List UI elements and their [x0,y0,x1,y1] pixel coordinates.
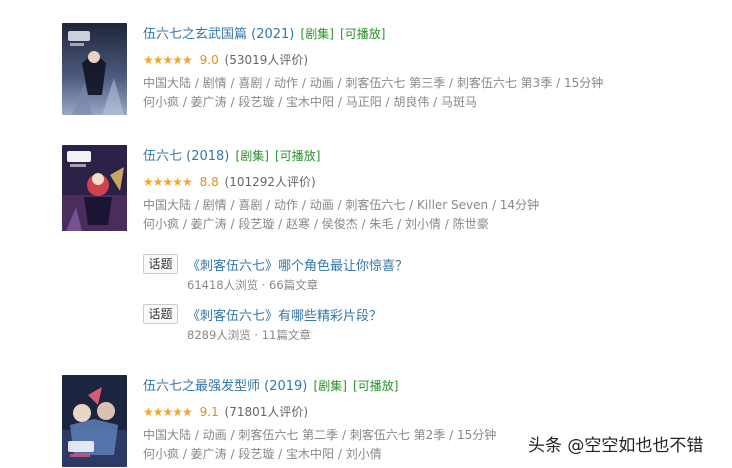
rating-count: (71801人评价) [224,405,309,419]
rating-score: 9.0 [199,53,219,67]
topic-title[interactable]: 《刺客伍六七》有哪些精彩片段？ [187,305,382,324]
topic-badge[interactable]: 话题 [143,254,178,274]
tag-playable[interactable]: [可播放] [353,379,398,393]
topic-stats: 8289人浏览 · 11篇文章 [187,328,311,342]
rating-stars-icon: ★★★★★ [143,53,193,67]
topic-title[interactable]: 《刺客伍六七》哪个角色最让你惊喜？ [187,255,408,274]
item-cast: 何小疯 / 姜广涛 / 段艺璇 / 宝木中阳 / 马正阳 / 胡良伟 / 马斑马 [143,95,478,109]
rating-stars-icon: ★★★★★ [143,405,193,419]
rating-score: 8.8 [199,175,219,189]
topic-badge[interactable]: 话题 [143,304,178,324]
tag-series[interactable]: [剧集] [301,27,334,41]
tag-playable[interactable]: [可播放] [340,27,385,41]
item-title[interactable]: 伍六七之最强发型师 (2019) [143,379,307,394]
watermark: 头条 @空空如也也不错 [528,436,704,456]
topic-stats: 61418人浏览 · 66篇文章 [187,278,319,292]
item-title[interactable]: 伍六七之玄武国篇 (2021) [143,27,294,42]
rating-count: (53019人评价) [224,53,309,67]
tag-playable[interactable]: [可播放] [275,149,320,163]
item-title[interactable]: 伍六七 (2018) [143,149,229,164]
item-cast: 何小疯 / 姜广涛 / 段艺璇 / 赵寒 / 侯俊杰 / 朱毛 / 刘小倩 / … [143,217,489,231]
poster-image[interactable] [62,23,127,115]
tag-series[interactable]: [剧集] [314,379,347,393]
rating-score: 9.1 [199,405,219,419]
item-meta: 中国大陆 / 剧情 / 喜剧 / 动作 / 动画 / 刺客伍六七 / Kille… [143,198,540,212]
poster-image[interactable] [62,145,127,237]
rating-stars-icon: ★★★★★ [143,175,193,189]
item-meta: 中国大陆 / 剧情 / 喜剧 / 动作 / 动画 / 刺客伍六七 第三季 / 刺… [143,76,604,90]
poster-image[interactable] [62,375,127,467]
rating-count: (101292人评价) [224,175,316,189]
tag-series[interactable]: [剧集] [236,149,269,163]
